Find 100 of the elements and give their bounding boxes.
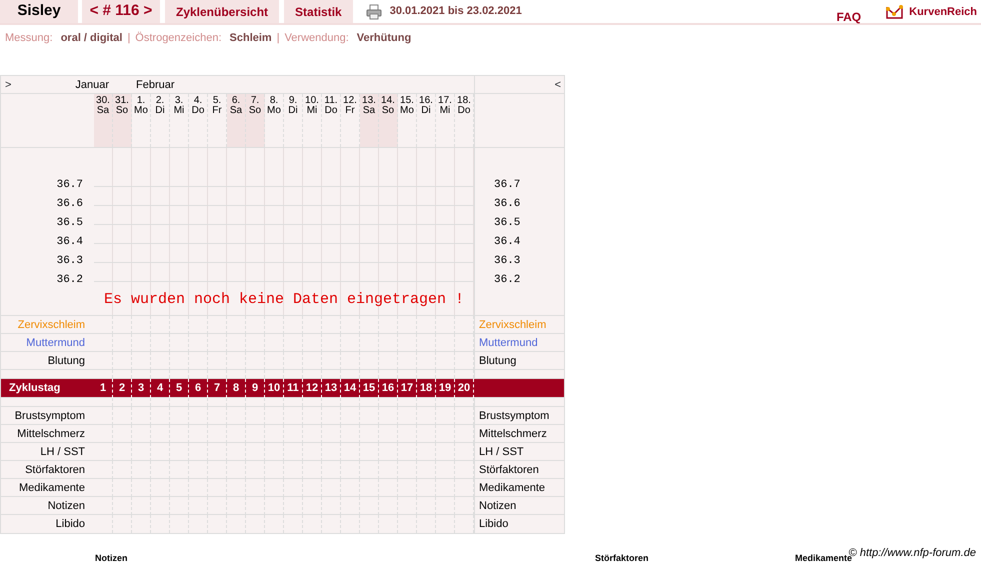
nav-arrow[interactable]: > [1,76,12,94]
row-label: Mittelschmerz [16,427,86,442]
date-number: 18. [456,96,472,106]
row-label: Muttermund [25,336,86,351]
logo-text: KurvenReich [909,5,977,20]
row-label: Zervixschleim [16,318,86,333]
row-label: Medikamente [474,479,565,497]
date-number: 7. [250,96,260,106]
printer-icon[interactable] [366,4,382,20]
temperature-label: 36.7 [56,178,83,193]
cycle-day-number: 12 [303,379,322,398]
info-value: Schleim [230,32,272,44]
weekday-label: So [248,106,262,116]
row-label: Blutung [474,352,565,370]
cycle-day-number: 15 [360,379,379,398]
section-heading: Notizen [95,554,128,563]
separator: | [127,32,130,44]
weekday-label: Do [190,106,206,116]
row-label: Brustsymptom [14,409,86,424]
temperature-label: 36.6 [494,197,522,212]
nav-tab[interactable]: Zyklenübersicht [165,0,280,23]
cycle-day-number: 20 [455,379,474,398]
row-label: Störfaktoren [474,461,565,479]
row-label: Zervixschleim [474,316,565,334]
date-number: 6. [230,96,242,106]
patient-name: Sisley [0,0,78,23]
date-number: 11. [323,96,339,106]
cycle-day-number: 9 [246,379,265,398]
date-number: 3. [174,96,184,106]
row-label: LH / SST [474,443,565,461]
temperature-label: 36.3 [56,254,83,269]
logo-icon [885,4,906,20]
date-number: 30. [95,96,111,106]
temperature-label: 36.4 [494,235,522,250]
separator: | [276,32,280,44]
weekday-label: Fr [344,106,356,116]
section-heading: Störfaktoren [595,554,649,563]
weekday-label: Mo [133,106,149,116]
date-number: 2. [154,96,166,106]
info-value: Verhütung [356,32,412,44]
info-value: oral / digital [60,32,122,44]
weekday-label: Di [154,106,166,116]
weekday-label: Mi [172,106,186,116]
date-number: 1. [136,96,146,106]
row-label: Blutung [46,354,86,369]
row-label: Mittelschmerz [474,425,565,443]
cycle-day-number: 18 [417,379,436,398]
cycle-day-number: 11 [284,379,303,398]
weekday-label: Do [324,106,338,116]
weekday-label: Mo [399,106,415,116]
cycle-day-number: 14 [341,379,360,398]
nav-arrow[interactable]: < [554,79,561,91]
row-label: Störfaktoren [24,463,86,478]
faq-link[interactable]: FAQ [836,8,862,23]
weekday-label: Sa [96,106,110,116]
cycle-day-number: 16 [379,379,398,398]
date-number: 14. [380,96,396,106]
date-number: 4. [192,96,204,106]
date-number: 12. [342,96,358,106]
cycle-day-number: 8 [227,379,246,398]
row-label: Medikamente [18,481,86,496]
date-number: 8. [268,96,280,106]
row-label: Notizen [46,499,86,514]
nav-tab[interactable]: Statistik [284,0,353,23]
temperature-label: 36.7 [494,178,522,193]
temperature-label: 36.5 [56,216,83,231]
row-label: Brustsymptom [474,407,565,425]
weekday-label: Mo [266,106,282,116]
temperature-label: 36.4 [56,235,83,250]
cycle-day-number: 10 [265,379,284,398]
row-label: Muttermund [474,334,565,352]
weekday-label: Fr [211,106,223,116]
cycle-day-number: 19 [436,379,455,398]
date-number: 5. [212,96,222,106]
date-number: 10. [304,96,320,106]
row-label: Libido [474,515,565,533]
weekday-label: Di [420,106,432,116]
temperature-label: 36.6 [56,197,83,212]
weekday-label: Do [456,106,472,116]
weekday-label: Sa [228,106,244,116]
temperature-label: 36.3 [494,254,522,269]
cycle-navigator[interactable]: < # 116 > [82,0,160,23]
date-number: 16. [418,96,434,106]
cycle-day-number: 3 [132,379,151,398]
date-number: 9. [288,96,298,106]
cycle-day-label: Zyklustag [8,381,62,396]
row-label: Notizen [474,497,565,515]
date-number: 13. [361,96,377,106]
weekday-label: Sa [362,106,376,116]
cycle-day-number: 17 [398,379,417,398]
date-number: 15. [399,96,415,106]
cycle-day-number: 2 [113,379,132,398]
row-label: LH / SST [39,445,86,460]
no-data-message: Es wurden noch keine Daten eingetragen ! [102,290,466,310]
info-label: Verwendung: [284,32,349,44]
weekday-label: So [114,106,130,116]
cycle-day-number: 13 [322,379,341,398]
date-number: 31. [114,96,130,106]
weekday-label: Mi [438,106,452,116]
cycle-day-number: 1 [94,379,113,398]
